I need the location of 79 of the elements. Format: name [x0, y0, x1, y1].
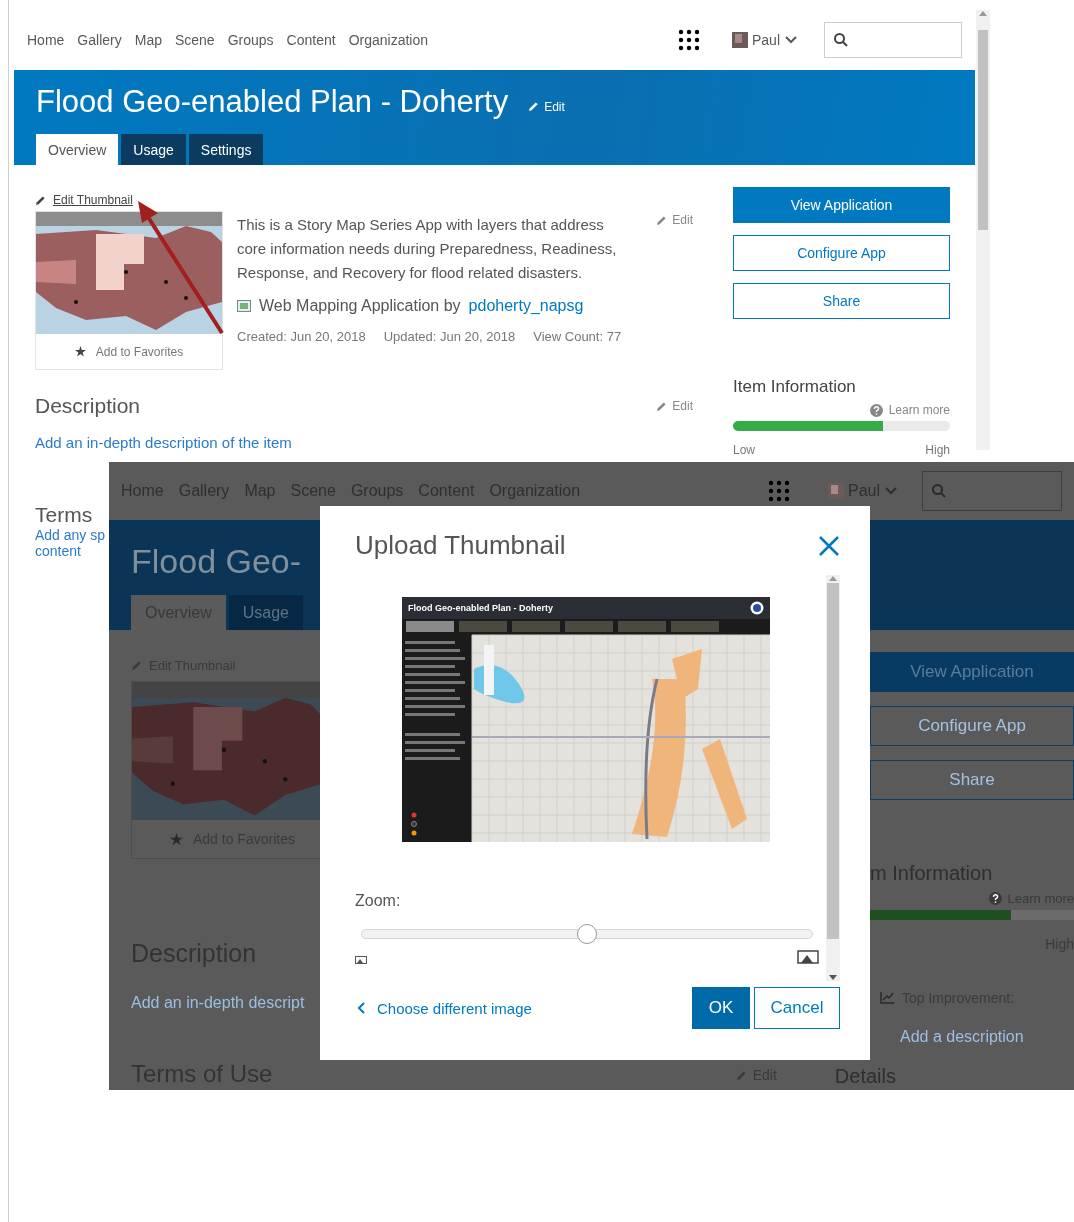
cancel-button[interactable]: Cancel — [754, 987, 840, 1029]
nav-link[interactable]: Gallery — [77, 32, 122, 48]
pencil-icon — [35, 194, 46, 206]
app-launcher-icon[interactable] — [677, 29, 700, 51]
scroll-down-icon[interactable] — [829, 975, 837, 981]
scroll-up-icon[interactable] — [979, 10, 987, 16]
ok-button[interactable]: OK — [692, 987, 750, 1029]
edit-link[interactable]: Edit — [656, 399, 693, 413]
terms-link[interactable]: Add any sp — [35, 527, 106, 543]
nav-link[interactable]: Organization — [348, 32, 428, 48]
star-icon — [74, 346, 86, 357]
close-icon[interactable] — [818, 534, 840, 557]
nav-link[interactable]: Map — [134, 32, 162, 48]
chart-icon — [880, 992, 894, 1004]
scrollbar-thumb[interactable] — [978, 30, 988, 230]
add-description-link[interactable]: Add a description — [870, 1028, 1024, 1046]
large-image-icon — [797, 950, 819, 964]
outline-button[interactable]: Share — [733, 283, 950, 319]
page-title: Flood Geo-enabled Plan - Doherty — [36, 84, 509, 120]
choose-image-link[interactable]: Choose different image — [355, 999, 532, 1017]
created-date: Created: Jun 20, 2018 — [237, 329, 366, 344]
add-description-link[interactable]: Add an in-depth description of the item — [35, 434, 292, 451]
page-title: Flood Geo- — [131, 542, 302, 581]
search-field[interactable] — [922, 471, 1062, 511]
scrollbar-thumb[interactable] — [827, 583, 839, 939]
nav-link[interactable]: Home — [27, 32, 65, 48]
tab[interactable]: Usage — [228, 595, 303, 630]
help-icon — [869, 403, 883, 417]
zoom-label: Zoom: — [355, 892, 402, 910]
favorites-button[interactable]: Add to Favorites — [36, 334, 222, 369]
dialog-title: Upload Thumbnail — [355, 530, 566, 561]
primary-button[interactable]: View Application — [733, 187, 950, 223]
tab[interactable]: Usage — [121, 134, 186, 165]
outline-button[interactable]: Configure App — [870, 706, 1074, 746]
scroll-up-icon[interactable] — [829, 575, 837, 581]
edit-link[interactable]: Edit — [528, 99, 565, 114]
pencil-icon — [656, 214, 668, 226]
avatar-icon — [731, 32, 748, 48]
avatar-icon — [827, 483, 844, 499]
slider-thumb[interactable] — [577, 924, 597, 944]
small-image-icon — [355, 956, 367, 964]
star-icon — [170, 832, 183, 846]
scale-high-label: High — [925, 443, 950, 457]
nav-link[interactable]: Scene — [174, 32, 215, 48]
section-heading: Terms — [35, 503, 93, 527]
pencil-icon — [131, 660, 142, 671]
pencil-icon — [528, 101, 540, 112]
edit-link[interactable]: Edit — [656, 213, 693, 227]
web-app-icon — [237, 300, 251, 312]
outline-button[interactable]: Share — [870, 760, 1074, 800]
summary-text: This is a Story Map Series App with layers that address core information needs during Preparedness, Readiness, Response, and Recovery for flood related disasters. — [237, 215, 618, 283]
terms-link[interactable]: content — [35, 543, 81, 559]
pencil-icon — [735, 1069, 747, 1081]
chevron-down-icon — [884, 486, 898, 496]
seal-icon — [750, 601, 764, 615]
scale-low-label: Low — [733, 443, 755, 457]
view-count: View Count: 77 — [533, 329, 622, 344]
nav-link[interactable]: Content — [286, 32, 336, 48]
tab[interactable]: Settings — [188, 134, 264, 165]
search-icon — [833, 32, 849, 48]
nav-link[interactable]: Groups — [227, 32, 274, 48]
pencil-icon — [656, 400, 668, 412]
preview-title: Flood Geo-enabled Plan - Doherty — [408, 603, 553, 613]
tab[interactable]: Overview — [36, 134, 119, 165]
updated-date: Updated: Jun 20, 2018 — [383, 329, 516, 344]
user-menu[interactable]: Paul — [731, 32, 798, 48]
chevron-left-icon — [357, 1002, 365, 1014]
section-heading: Item Information — [733, 377, 857, 397]
learn-more-link[interactable]: Learn more — [888, 403, 950, 417]
edit-thumbnail-link[interactable]: Edit Thumbnail — [35, 193, 221, 207]
search-icon — [931, 483, 947, 499]
item-type-label: Web Mapping Application by — [259, 297, 461, 315]
outline-button[interactable]: Configure App — [733, 235, 950, 271]
primary-button[interactable]: View Application — [870, 652, 1074, 692]
add-description-link[interactable]: Add an in-depth descript — [131, 994, 320, 1012]
chevron-down-icon — [784, 35, 798, 45]
owner-link[interactable]: pdoherty_napsg — [468, 297, 584, 315]
section-heading: Description — [35, 394, 141, 418]
help-icon — [988, 892, 1002, 905]
